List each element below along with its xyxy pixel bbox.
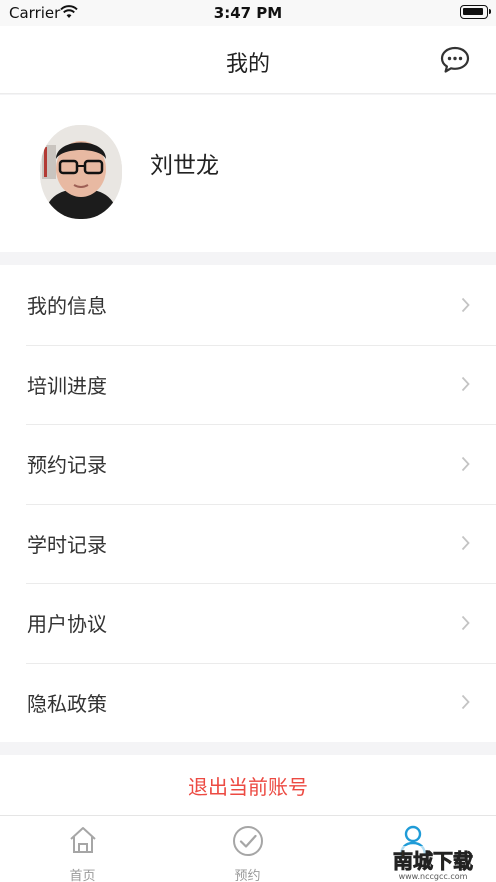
page-title: 我的: [225, 52, 270, 77]
menu-item-label: 我的信息: [27, 294, 107, 319]
messages-button[interactable]: [437, 42, 473, 78]
menu-item-study-hours[interactable]: 学时记录: [0, 503, 496, 584]
avatar-photo: [40, 125, 122, 219]
tab-booking[interactable]: 预约: [165, 816, 330, 882]
home-icon: [69, 827, 96, 853]
watermark-url: www.nccgcc.com: [399, 872, 468, 881]
user-name: 刘世龙: [150, 153, 219, 179]
tab-booking-label: 预约: [234, 869, 261, 882]
menu-item-privacy-policy[interactable]: 隐私政策: [0, 662, 496, 743]
chevron-right-icon: [461, 377, 470, 392]
watermark-text: 南城下载: [393, 849, 473, 873]
battery-icon: [460, 5, 491, 19]
status-bar: Carrier 3:47 PM: [0, 0, 496, 26]
menu-item-booking-records[interactable]: 预约记录: [0, 424, 496, 504]
menu-item-my-info[interactable]: 我的信息: [0, 265, 496, 345]
menu-item-training-progress[interactable]: 培训进度: [0, 344, 496, 425]
chevron-right-icon: [461, 297, 470, 312]
chat-bubble-icon: [440, 46, 470, 73]
avatar: [40, 125, 122, 219]
check-circle-icon: [232, 826, 263, 856]
chevron-right-icon: [461, 536, 470, 551]
menu-item-label: 培训进度: [27, 373, 107, 398]
watermark-logo: 南城下载 www.nccgcc.com: [372, 846, 494, 882]
profile-card[interactable]: 刘世龙: [0, 95, 496, 252]
tab-home[interactable]: 首页: [0, 816, 165, 882]
menu-item-label: 用户协议: [27, 612, 107, 637]
menu-item-label: 隐私政策: [27, 691, 107, 716]
logout-label: 退出当前账号: [188, 774, 308, 799]
settings-menu: 我的信息 培训进度 预约记录 学时记录 用户协议 隐私政策: [0, 265, 496, 742]
chevron-right-icon: [461, 615, 470, 630]
chevron-right-icon: [461, 456, 470, 471]
menu-item-label: 预约记录: [27, 453, 107, 478]
menu-item-label: 学时记录: [27, 532, 107, 557]
menu-item-user-agreement[interactable]: 用户协议: [0, 583, 496, 663]
clock: 3:47 PM: [213, 4, 283, 22]
tab-home-label: 首页: [69, 869, 96, 882]
chevron-right-icon: [461, 695, 470, 710]
logout-button[interactable]: 退出当前账号: [0, 755, 496, 815]
navigation-bar: 我的: [0, 26, 496, 94]
